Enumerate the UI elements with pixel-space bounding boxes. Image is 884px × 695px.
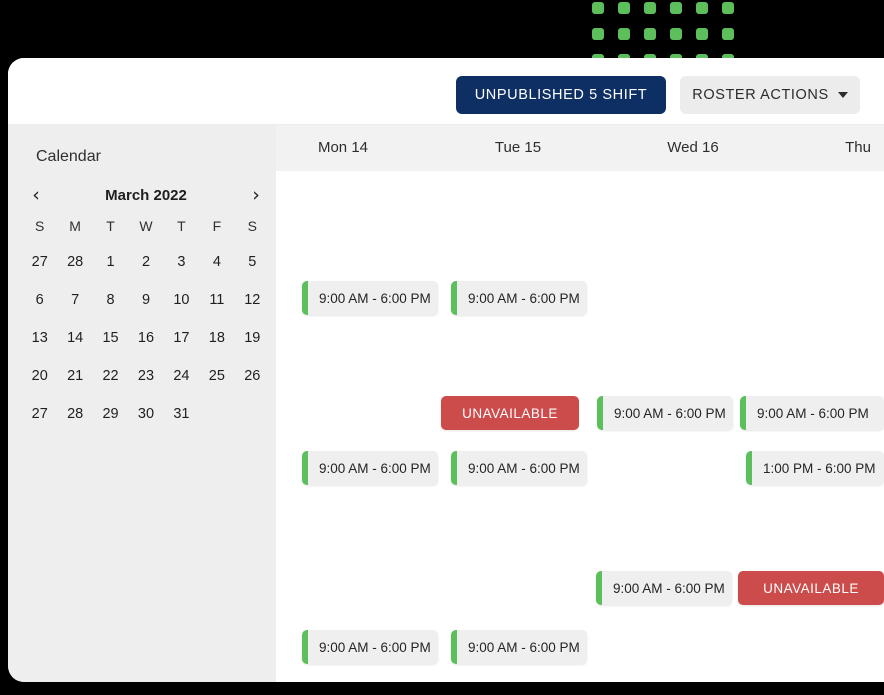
calendar-day-cell[interactable]: 28 xyxy=(57,399,92,429)
decorative-dot xyxy=(670,28,682,40)
calendar-day-cell xyxy=(235,399,270,429)
calendar-day-cell[interactable]: 23 xyxy=(128,361,163,391)
calendar-day-cell[interactable]: 18 xyxy=(199,323,234,353)
day-column-headers: Mon 14 Tue 15 Wed 16 Thu xyxy=(276,125,884,171)
calendar-month-nav: ‹ March 2022 › xyxy=(24,180,268,210)
decorative-dot xyxy=(722,28,734,40)
calendar-dow-header: W xyxy=(139,218,153,234)
decorative-dot xyxy=(722,2,734,14)
roster-actions-button[interactable]: ROSTER ACTIONS xyxy=(680,76,860,114)
calendar-day-cell[interactable]: 22 xyxy=(93,361,128,391)
calendar-dow-header: M xyxy=(69,218,81,234)
shift-chip[interactable]: 1:00 PM - 6:00 PM xyxy=(746,451,884,485)
day-column-header: Tue 15 xyxy=(494,139,542,156)
decorative-dot xyxy=(618,28,630,40)
decorative-dot xyxy=(696,2,708,14)
shift-chip-layer: 9:00 AM - 6:00 PM 9:00 AM - 6:00 PM UNAVAI… xyxy=(276,171,884,682)
calendar-day-cell[interactable]: 8 xyxy=(93,285,128,315)
shift-chip[interactable]: 9:00 AM - 6:00 PM xyxy=(451,281,587,315)
calendar-dow-header: T xyxy=(106,218,115,234)
shift-chip[interactable]: 9:00 AM - 6:00 PM xyxy=(451,451,587,485)
day-column-header: Mon 14 xyxy=(317,139,369,156)
shift-chip[interactable]: 9:00 AM - 6:00 PM xyxy=(302,451,438,485)
calendar-day-cell[interactable]: 30 xyxy=(128,399,163,429)
calendar-day-cell[interactable]: 25 xyxy=(199,361,234,391)
decorative-dot xyxy=(592,2,604,14)
calendar-day-cell[interactable]: 16 xyxy=(128,323,163,353)
shift-chip[interactable]: 9:00 AM - 6:00 PM xyxy=(740,396,884,430)
unpublished-shifts-button[interactable]: UNPUBLISHED 5 SHIFT xyxy=(456,76,666,114)
calendar-day-cell[interactable]: 7 xyxy=(57,285,92,315)
calendar-day-cell[interactable]: 12 xyxy=(235,285,270,315)
calendar-day-cell[interactable]: 26 xyxy=(235,361,270,391)
calendar-day-cell[interactable]: 27 xyxy=(22,247,57,277)
calendar-day-cell[interactable]: 6 xyxy=(22,285,57,315)
calendar-date-grid: S M T W T F S 27 28 1 2 3 4 5 6 7 8 9 10 11 12 13 14 15 16 17 18 19… xyxy=(22,213,270,429)
shift-chip[interactable]: 9:00 AM - 6:00 PM xyxy=(597,396,733,430)
calendar-day-cell[interactable]: 28 xyxy=(57,247,92,277)
calendar-day-cell xyxy=(199,399,234,429)
unavailable-chip[interactable]: UNAVAILABLE xyxy=(441,396,579,430)
shift-chip[interactable]: 9:00 AM - 6:00 PM xyxy=(451,630,587,664)
calendar-day-cell[interactable]: 11 xyxy=(199,285,234,315)
calendar-day-cell[interactable]: 24 xyxy=(164,361,199,391)
shift-chip[interactable]: 9:00 AM - 6:00 PM xyxy=(302,630,438,664)
calendar-day-cell[interactable]: 21 xyxy=(57,361,92,391)
calendar-dow-header: S xyxy=(35,218,45,234)
calendar-dow-header: F xyxy=(212,218,222,234)
calendar-day-cell[interactable]: 2 xyxy=(128,247,163,277)
calendar-day-cell[interactable]: 15 xyxy=(93,323,128,353)
calendar-heading: Calendar xyxy=(36,148,101,165)
roster-actions-label: ROSTER ACTIONS xyxy=(692,87,829,103)
next-month-icon[interactable]: › xyxy=(244,183,268,207)
shift-chip[interactable]: 9:00 AM - 6:00 PM xyxy=(302,281,438,315)
calendar-day-cell[interactable]: 4 xyxy=(199,247,234,277)
calendar-day-cell[interactable]: 5 xyxy=(235,247,270,277)
chevron-down-icon xyxy=(837,92,848,98)
shift-chip[interactable]: 9:00 AM - 6:00 PM xyxy=(596,571,732,605)
calendar-sidebar: Calendar ‹ March 2022 › S M T W T F S 27 28 1 2 3 4 5… xyxy=(8,125,276,682)
decorative-dot xyxy=(618,2,630,14)
calendar-day-cell[interactable]: 14 xyxy=(57,323,92,353)
decorative-dot xyxy=(670,2,682,14)
roster-grid: Mon 14 Tue 15 Wed 16 Thu 9:00 AM - 6:00 PM 9… xyxy=(276,125,884,682)
prev-month-icon[interactable]: ‹ xyxy=(24,183,48,207)
day-column-header: Thu xyxy=(845,139,871,156)
decorative-dot xyxy=(644,2,656,14)
decorative-dot xyxy=(592,28,604,40)
calendar-day-cell[interactable]: 9 xyxy=(128,285,163,315)
calendar-day-cell[interactable]: 31 xyxy=(164,399,199,429)
calendar-day-cell[interactable]: 3 xyxy=(164,247,199,277)
calendar-day-cell[interactable]: 10 xyxy=(164,285,199,315)
calendar-day-cell[interactable]: 27 xyxy=(22,399,57,429)
decorative-dot xyxy=(644,28,656,40)
toolbar: UNPUBLISHED 5 SHIFT ROSTER ACTIONS xyxy=(8,58,884,125)
calendar-day-cell[interactable]: 29 xyxy=(93,399,128,429)
calendar-day-cell[interactable]: 19 xyxy=(235,323,270,353)
calendar-dow-header: T xyxy=(177,218,186,234)
calendar-day-cell[interactable]: 1 xyxy=(93,247,128,277)
calendar-dow-header: S xyxy=(247,218,257,234)
calendar-day-cell[interactable]: 17 xyxy=(164,323,199,353)
decorative-dot xyxy=(696,28,708,40)
calendar-day-cell[interactable]: 20 xyxy=(22,361,57,391)
calendar-day-cell[interactable]: 13 xyxy=(22,323,57,353)
roster-card: UNPUBLISHED 5 SHIFT ROSTER ACTIONS Calen… xyxy=(8,58,884,682)
day-column-header: Wed 16 xyxy=(667,139,719,156)
current-month-label: March 2022 xyxy=(105,186,187,204)
unavailable-chip[interactable]: UNAVAILABLE xyxy=(738,571,884,605)
